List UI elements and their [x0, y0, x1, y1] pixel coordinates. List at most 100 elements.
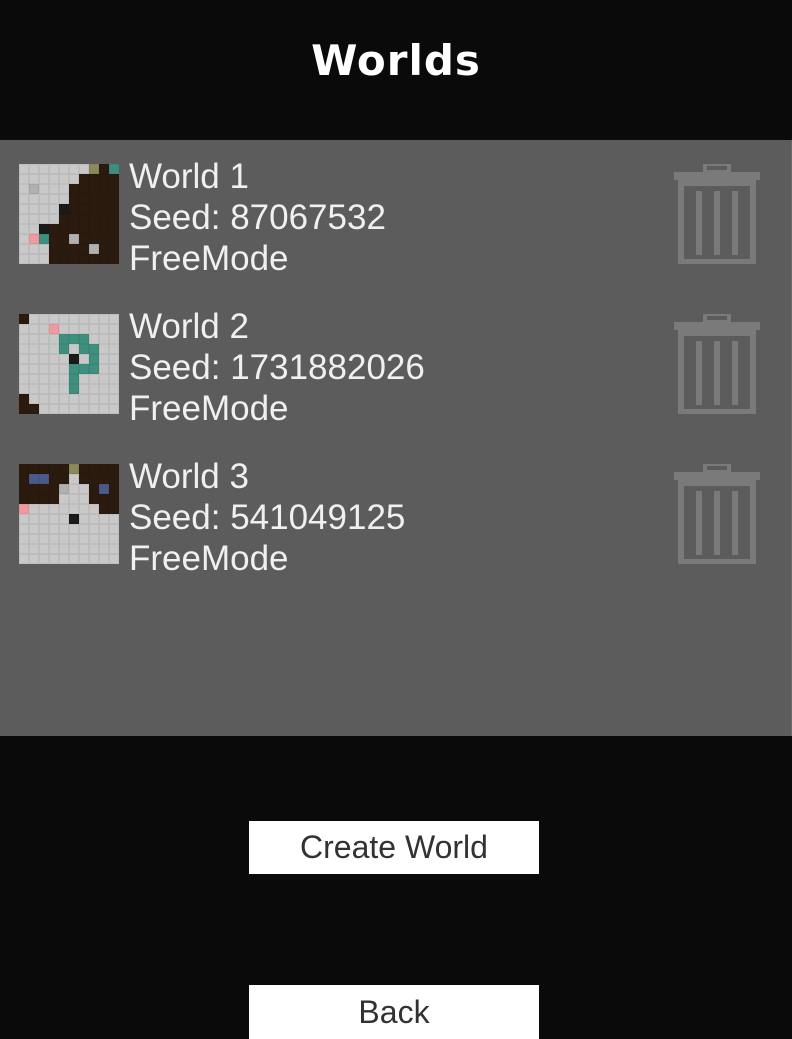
map-tile	[109, 354, 119, 364]
map-tile	[19, 354, 29, 364]
world-info: World 3 Seed: 541049125 FreeMode	[129, 456, 405, 579]
map-tile	[89, 384, 99, 394]
map-tile	[39, 234, 49, 244]
map-tile	[49, 464, 59, 474]
map-tile	[89, 204, 99, 214]
map-tile	[19, 224, 29, 234]
map-tile	[109, 344, 119, 354]
map-tile	[29, 184, 39, 194]
map-tile	[39, 224, 49, 234]
map-tile	[49, 374, 59, 384]
map-tile	[29, 404, 39, 414]
map-tile	[79, 324, 89, 334]
world-name: World 3	[129, 457, 249, 496]
map-tile	[29, 474, 39, 484]
map-tile	[99, 554, 109, 564]
map-tile	[39, 524, 49, 534]
map-tile	[59, 164, 69, 174]
map-tile	[39, 314, 49, 324]
map-tile	[39, 394, 49, 404]
map-tile	[69, 244, 79, 254]
map-tile	[59, 544, 69, 554]
trash-icon[interactable]	[672, 162, 762, 265]
map-tile	[19, 174, 29, 184]
map-tile	[29, 194, 39, 204]
world-list-item[interactable]: World 3 Seed: 541049125 FreeMode	[0, 440, 791, 578]
map-tile	[99, 544, 109, 554]
map-tile	[99, 504, 109, 514]
map-tile	[99, 364, 109, 374]
map-tile	[89, 494, 99, 504]
world-map-thumbnail	[19, 314, 119, 414]
map-tile	[89, 224, 99, 234]
map-tile	[59, 354, 69, 364]
map-tile	[29, 334, 39, 344]
map-tile	[69, 484, 79, 494]
map-tile	[109, 204, 119, 214]
world-name: World 1	[129, 157, 249, 196]
map-tile	[59, 374, 69, 384]
map-tile	[99, 164, 109, 174]
world-list-item[interactable]: World 2 Seed: 1731882026 FreeMode	[0, 290, 791, 428]
map-tile	[109, 224, 119, 234]
map-tile	[89, 344, 99, 354]
map-tile	[89, 534, 99, 544]
map-tile	[59, 174, 69, 184]
map-tile	[19, 344, 29, 354]
map-tile	[79, 474, 89, 484]
map-tile	[89, 184, 99, 194]
map-tile	[109, 554, 119, 564]
create-world-button[interactable]: Create World	[249, 821, 539, 874]
map-tile	[39, 344, 49, 354]
map-tile	[69, 204, 79, 214]
map-tile	[79, 314, 89, 324]
world-mode: FreeMode	[129, 539, 289, 578]
map-tile	[59, 234, 69, 244]
world-info: World 1 Seed: 87067532 FreeMode	[129, 156, 386, 279]
map-tile	[89, 474, 99, 484]
map-tile	[19, 314, 29, 324]
map-tile	[39, 254, 49, 264]
map-tile	[99, 214, 109, 224]
map-tile	[89, 544, 99, 554]
map-tile	[69, 514, 79, 524]
map-tile	[29, 554, 39, 564]
map-tile	[19, 214, 29, 224]
map-tile	[109, 254, 119, 264]
map-tile	[109, 474, 119, 484]
map-tile	[19, 464, 29, 474]
map-tile	[19, 474, 29, 484]
map-tile	[59, 224, 69, 234]
map-tile	[29, 314, 39, 324]
map-tile	[69, 404, 79, 414]
map-tile	[109, 334, 119, 344]
back-button[interactable]: Back	[249, 985, 539, 1039]
map-tile	[59, 334, 69, 344]
map-tile	[89, 354, 99, 364]
map-tile	[29, 234, 39, 244]
map-tile	[89, 524, 99, 534]
map-tile	[109, 214, 119, 224]
map-tile	[19, 534, 29, 544]
map-tile	[69, 554, 79, 564]
map-tile	[39, 324, 49, 334]
map-tile	[69, 184, 79, 194]
map-tile	[99, 324, 109, 334]
trash-icon[interactable]	[672, 312, 762, 415]
map-tile	[59, 524, 69, 534]
map-tile	[49, 334, 59, 344]
map-tile	[79, 184, 89, 194]
world-list-item[interactable]: World 1 Seed: 87067532 FreeMode	[0, 140, 791, 278]
map-tile	[29, 164, 39, 174]
map-tile	[89, 234, 99, 244]
map-tile	[29, 384, 39, 394]
map-tile	[49, 324, 59, 334]
map-tile	[79, 374, 89, 384]
trash-icon[interactable]	[672, 462, 762, 565]
map-tile	[89, 174, 99, 184]
map-tile	[19, 184, 29, 194]
map-tile	[59, 514, 69, 524]
map-tile	[99, 404, 109, 414]
map-tile	[89, 334, 99, 344]
world-list-panel[interactable]: World 1 Seed: 87067532 FreeMode World 2	[0, 140, 792, 736]
